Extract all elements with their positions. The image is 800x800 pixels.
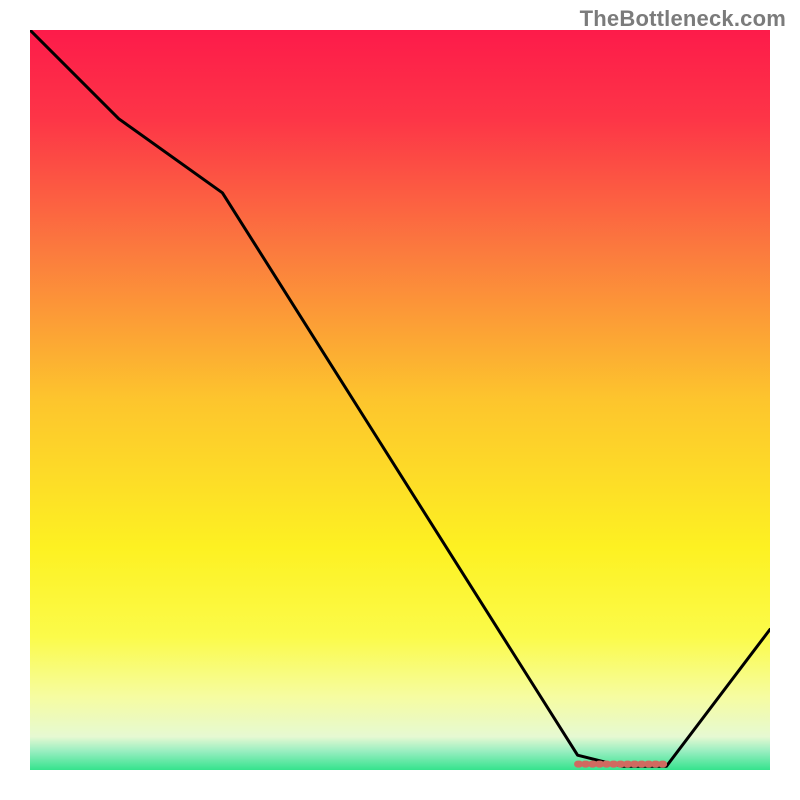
chart-svg bbox=[30, 30, 770, 770]
chart-plot-area bbox=[30, 30, 770, 770]
chart-stage: TheBottleneck.com bbox=[0, 0, 800, 800]
chart-background bbox=[30, 30, 770, 770]
watermark-text: TheBottleneck.com bbox=[580, 6, 786, 32]
